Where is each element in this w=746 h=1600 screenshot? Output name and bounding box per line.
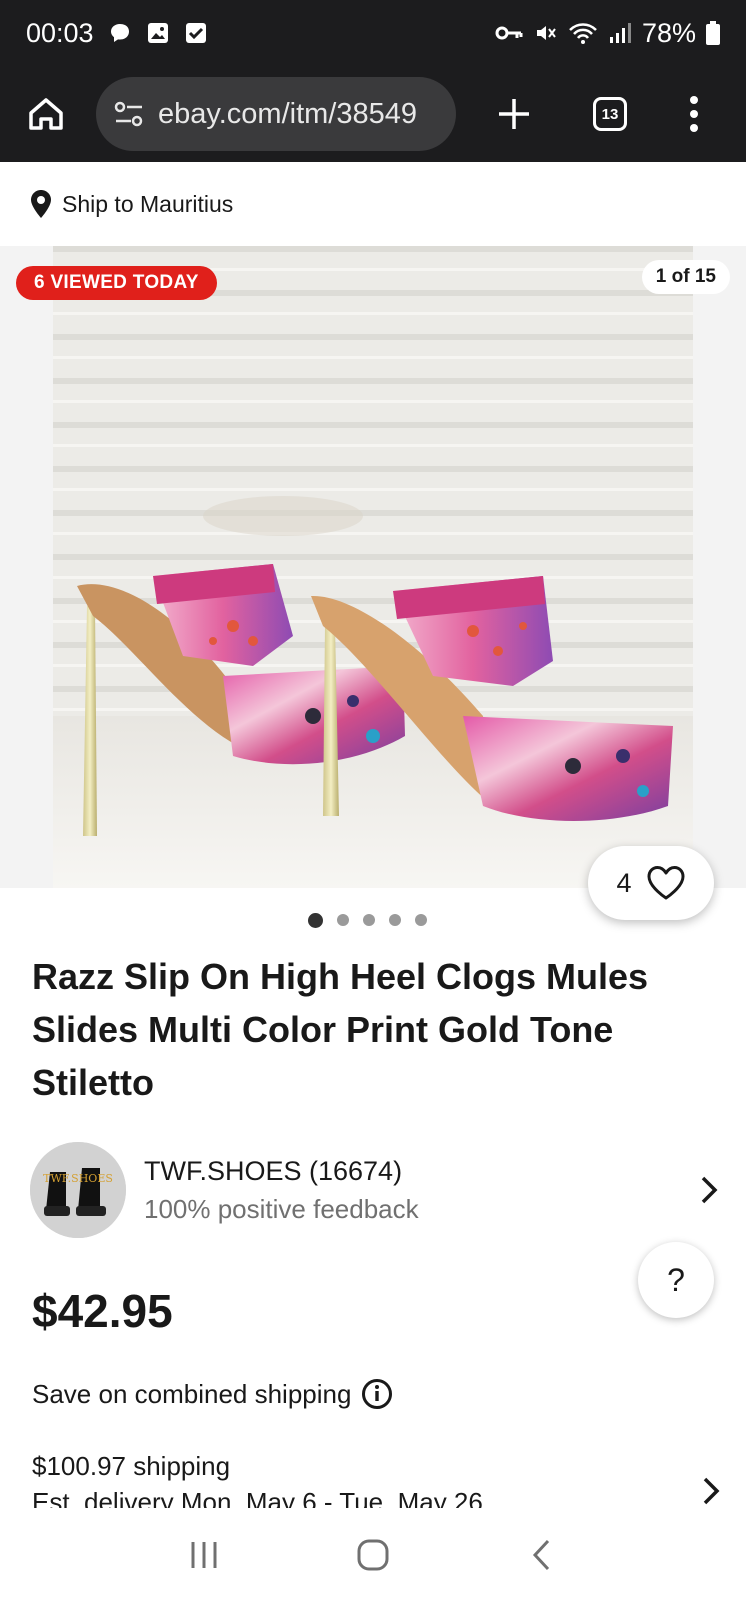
tab-count: 13 [593,97,627,131]
seller-name: TWF.SHOES (16674) [144,1156,403,1186]
tab-switcher-button[interactable]: 13 [582,86,638,142]
wifi-icon [568,21,598,45]
chat-icon [108,21,132,45]
viewed-today-badge: 6 VIEWED TODAY [16,266,217,300]
price: $42.95 [32,1285,173,1337]
new-tab-button[interactable] [486,86,542,142]
clock: 00:03 [26,17,94,48]
menu-dot [690,96,698,104]
menu-dot [690,110,698,118]
combined-shipping-label: Save on combined shipping [32,1378,352,1409]
status-bar: 00:03 78% [0,0,746,66]
shipping-row[interactable]: $100.97 shipping Est. delivery Mon, May … [32,1448,722,1508]
location-pin-icon [31,190,51,218]
watch-count: 4 [616,867,632,898]
site-settings-icon[interactable] [114,101,144,127]
browser-menu-button[interactable] [674,86,714,142]
key-icon [494,21,524,45]
image-counter: 1 of 15 [641,260,730,294]
menu-dot [690,124,698,132]
ship-to-label: Ship to Mauritius [62,190,234,217]
shipping-cost: $100.97 shipping [32,1451,231,1481]
mute-icon [534,21,558,45]
battery-percent: 78% [641,17,696,48]
info-icon[interactable] [361,1378,393,1410]
pagination-dot[interactable] [307,913,323,928]
gallery-pagination [0,913,746,928]
recent-apps-button[interactable] [174,1530,234,1580]
product-title: Razz Slip On High Heel Clogs Mules Slide… [32,956,649,1103]
signal-icon [608,21,632,45]
chevron-right-icon [701,1176,718,1204]
system-nav-bar [0,1510,746,1600]
recents-icon [191,1542,217,1568]
back-button[interactable] [512,1530,572,1580]
seller-feedback: 100% positive feedback [144,1194,419,1224]
seller-avatar: TWF.SHOES [30,1142,126,1238]
home-circle-icon [357,1539,389,1571]
url-text: ebay.com/itm/38549 [158,97,417,130]
chevron-right-icon [703,1477,720,1505]
watchlist-button[interactable]: 4 [588,846,714,920]
image-icon [146,21,170,45]
image-gallery[interactable]: 6 VIEWED TODAY 1 of 15 [0,246,746,888]
plus-icon [499,99,529,129]
home-button[interactable] [18,86,74,142]
pagination-dot[interactable] [414,914,427,926]
seller-card[interactable]: TWF.SHOES TWF.SHOES (16674) 100% positiv… [30,1142,720,1238]
ship-to-row[interactable]: Ship to Mauritius [0,162,746,246]
heart-icon [647,866,685,900]
estimated-delivery: Est. delivery Mon, May 6 - Tue, May 26 [32,1487,483,1508]
battery-icon [706,21,720,45]
checkbox-icon [184,21,208,45]
home-icon [29,98,63,130]
combined-shipping[interactable]: Save on combined shipping [32,1378,393,1410]
seller-avatar-text: TWF.SHOES [43,1172,113,1185]
browser-toolbar: ebay.com/itm/38549 13 [0,66,746,162]
address-bar[interactable]: ebay.com/itm/38549 [96,77,456,151]
pagination-dot[interactable] [388,914,401,926]
home-nav-button[interactable] [343,1530,403,1580]
pagination-dot[interactable] [362,914,375,926]
back-icon [532,1539,549,1571]
product-image[interactable] [53,246,693,888]
pagination-dot[interactable] [336,914,349,926]
help-button[interactable]: ? [638,1242,714,1318]
